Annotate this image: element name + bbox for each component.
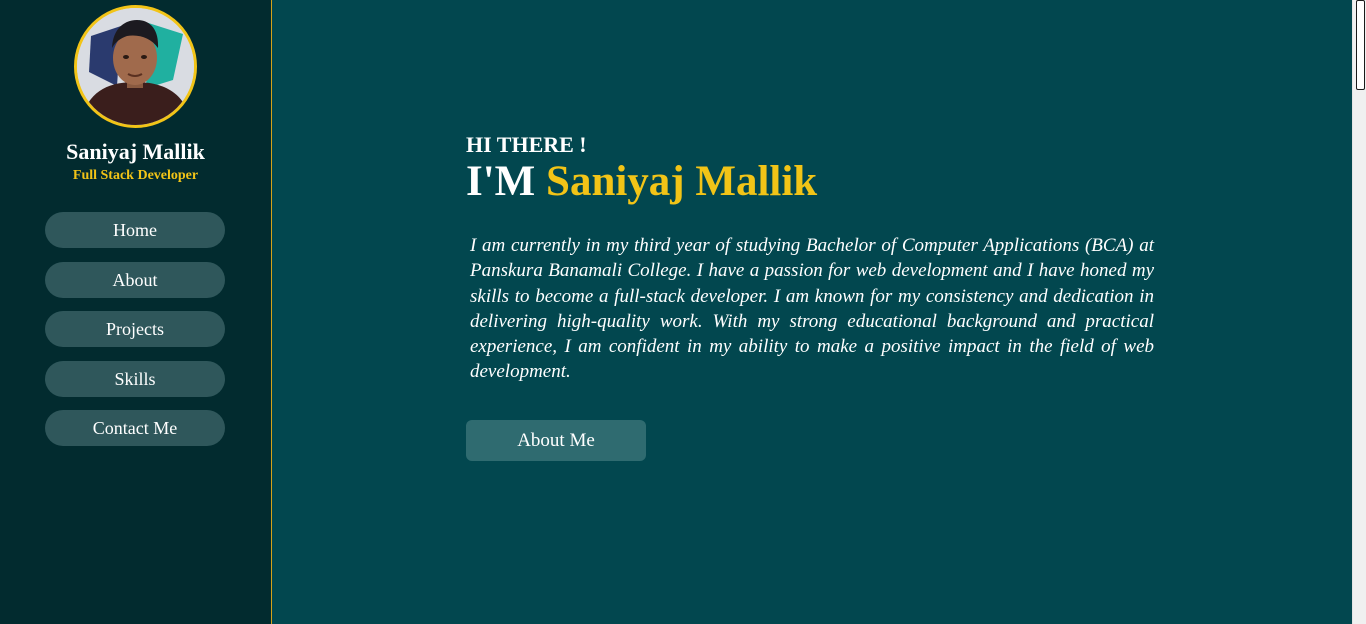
hero-bio: I am currently in my third year of study…: [470, 235, 1154, 383]
profile-role: Full Stack Developer: [72, 168, 199, 183]
nav-projects-button[interactable]: Projects: [45, 311, 225, 347]
nav-contact-button[interactable]: Contact Me: [45, 410, 225, 446]
hero-prefix: I'M: [466, 158, 536, 205]
page-scrollbar[interactable]: [1352, 0, 1366, 624]
profile-name: Saniyaj Mallik: [66, 139, 205, 164]
hero-name: Saniyaj Mallik: [546, 158, 818, 205]
nav-skills-button[interactable]: Skills: [45, 361, 225, 397]
hero-headline: I'M Saniyaj Mallik: [466, 158, 817, 205]
nav-about-button[interactable]: About: [45, 262, 225, 298]
profile-photo-icon: [77, 8, 194, 125]
scrollbar-thumb[interactable]: [1356, 0, 1365, 90]
sidebar: Saniyaj Mallik Full Stack Developer Home…: [0, 0, 272, 624]
about-me-button[interactable]: About Me: [466, 420, 646, 461]
avatar: [74, 5, 197, 128]
main-content: HI THERE ! I'M Saniyaj Mallik I am curre…: [272, 0, 1352, 624]
hero-greeting: HI THERE !: [466, 132, 587, 157]
nav-home-button[interactable]: Home: [45, 212, 225, 248]
